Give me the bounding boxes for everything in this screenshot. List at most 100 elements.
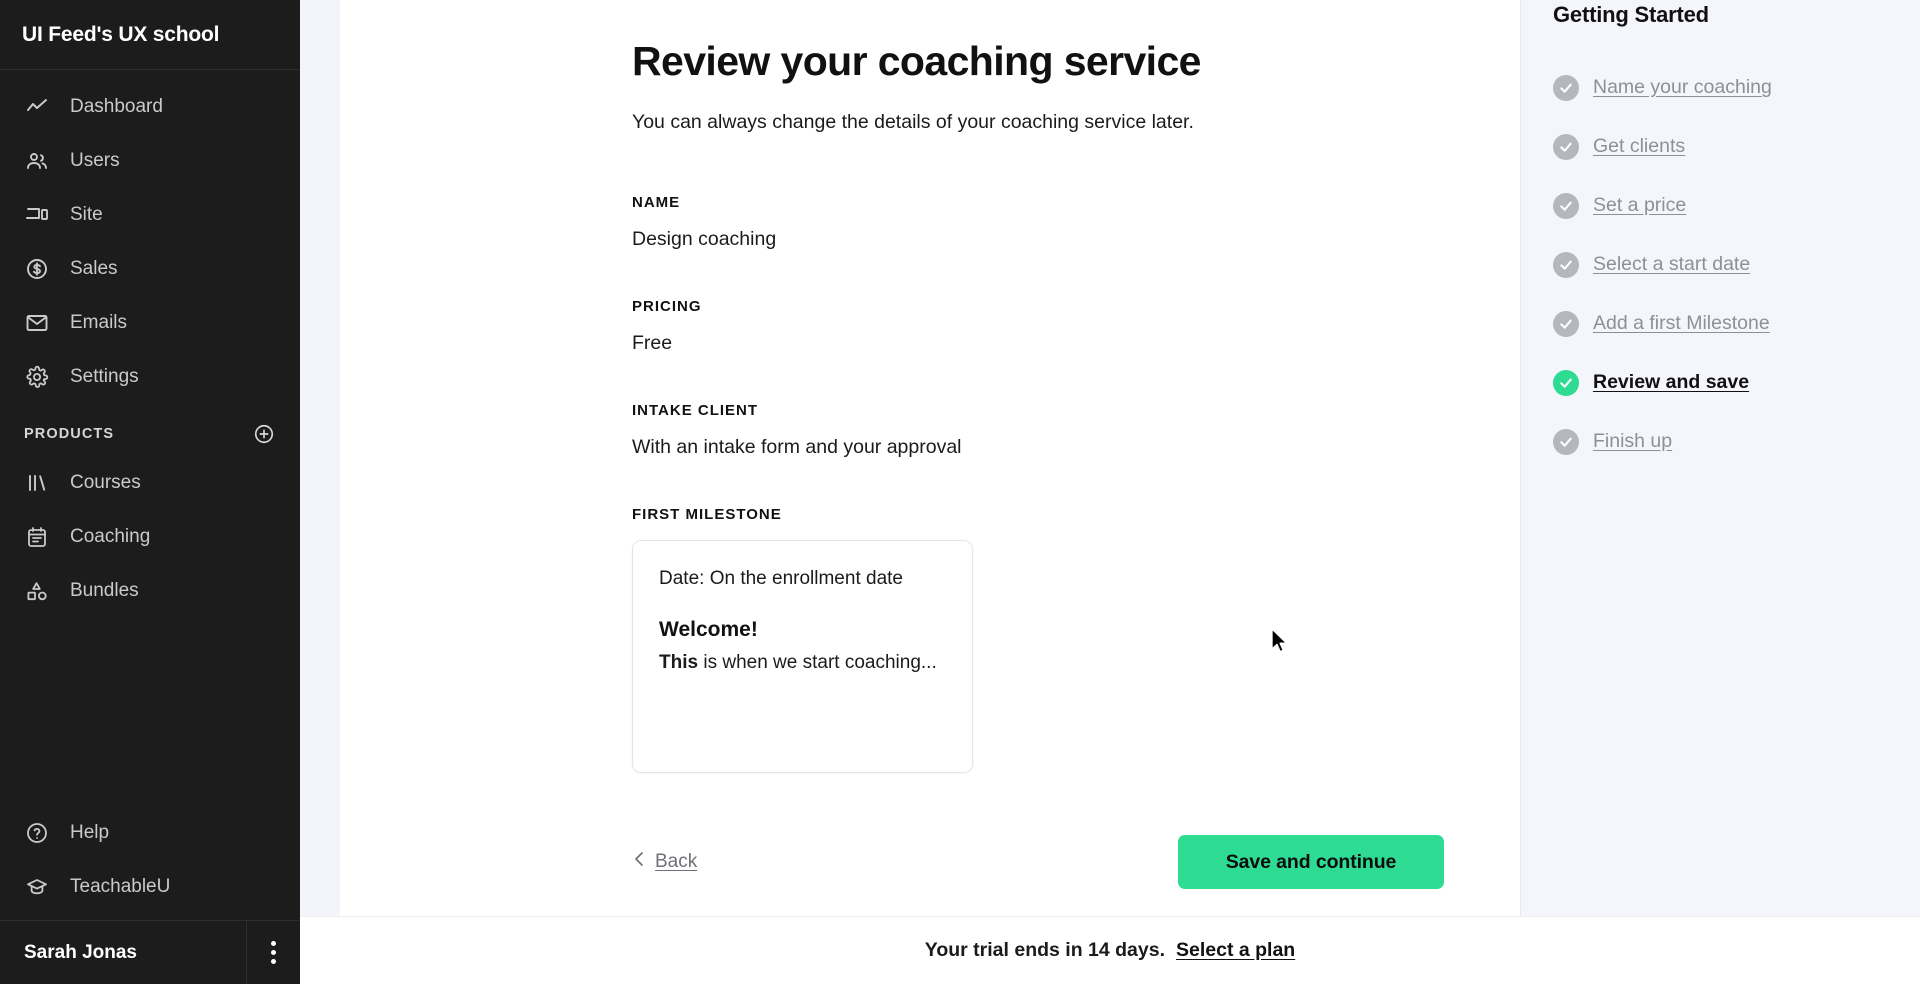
- sidebar-item-courses[interactable]: Courses: [0, 456, 300, 510]
- sidebar-item-emails[interactable]: Emails: [0, 296, 300, 350]
- field-value: Design coaching: [632, 228, 777, 251]
- field-first-milestone: FIRST MILESTONE Date: On the enrollment …: [632, 506, 1520, 774]
- devices-icon: [24, 202, 50, 228]
- sidebar-item-coaching[interactable]: Coaching: [0, 510, 300, 564]
- sidebar-item-users[interactable]: Users: [0, 134, 300, 188]
- chevron-left-icon: [632, 849, 646, 875]
- milestone-title: Welcome!: [659, 618, 758, 642]
- check-circle-icon: [1553, 74, 1579, 101]
- back-button[interactable]: Back: [632, 849, 697, 875]
- sidebar-item-label: Users: [70, 150, 120, 171]
- sidebar-bottom-nav: Help TeachableU: [0, 806, 300, 920]
- content-region: Review your coaching service You can alw…: [300, 0, 1920, 984]
- sidebar-user-row: Sarah Jonas: [0, 920, 300, 984]
- sidebar-item-dashboard[interactable]: Dashboard: [0, 80, 300, 134]
- products-section-header: PRODUCTS: [0, 404, 300, 456]
- checklist-item-label: Select a start date: [1593, 253, 1751, 275]
- sidebar-item-settings[interactable]: Settings: [0, 350, 300, 404]
- sidebar-item-teachableu[interactable]: TeachableU: [0, 860, 300, 914]
- milestone-date: Date: On the enrollment date: [659, 568, 903, 590]
- sidebar-item-label: Dashboard: [70, 96, 163, 117]
- checklist-item-select-a-start-date[interactable]: Select a start date: [1553, 235, 1920, 294]
- milestone-card[interactable]: Date: On the enrollment date Welcome! Th…: [632, 540, 973, 774]
- brand-label: UI Feed's UX school: [22, 22, 220, 46]
- field-pricing: PRICING Free: [632, 298, 1520, 355]
- dollar-circle-icon: [24, 256, 50, 282]
- check-circle-icon: [1553, 310, 1579, 337]
- form-actions: Back Save and continue: [632, 835, 1484, 890]
- sidebar-item-label: Settings: [70, 366, 139, 387]
- kebab-menu-icon: [271, 941, 276, 964]
- checklist-item-add-a-first-milestone[interactable]: Add a first Milestone: [1553, 294, 1920, 353]
- graduation-cap-icon: [24, 874, 50, 900]
- checklist-item-label: Get clients: [1593, 135, 1686, 157]
- checklist-item-get-clients[interactable]: Get clients: [1553, 117, 1920, 176]
- checklist-item-label: Review and save: [1593, 371, 1750, 393]
- page-subtitle: You can always change the details of you…: [632, 111, 1194, 134]
- field-value: Free: [632, 332, 673, 355]
- checklist-item-label: Add a first Milestone: [1593, 312, 1770, 334]
- envelope-icon: [24, 310, 50, 336]
- main-content: Review your coaching service You can alw…: [340, 0, 1520, 916]
- user-name-label: Sarah Jonas: [24, 941, 137, 963]
- milestone-body-bold: This: [659, 652, 699, 674]
- checklist-item-set-a-price[interactable]: Set a price: [1553, 176, 1920, 235]
- checklist-item-finish-up[interactable]: Finish up: [1553, 412, 1920, 471]
- getting-started-title: Getting Started: [1553, 2, 1709, 27]
- checklist-item-review-and-save[interactable]: Review and save: [1553, 353, 1920, 412]
- sidebar-item-label: Coaching: [70, 526, 151, 547]
- sidebar-nav: Dashboard Users Site Sales Emails Settin…: [0, 70, 300, 806]
- checklist-item-label: Set a price: [1593, 194, 1687, 216]
- check-circle-icon: [1553, 369, 1579, 396]
- content-left-gutter: [300, 0, 340, 984]
- sidebar-item-label: Bundles: [70, 580, 139, 601]
- page-title: Review your coaching service: [632, 38, 1201, 84]
- gear-icon: [24, 364, 50, 390]
- sidebar-user-name[interactable]: Sarah Jonas: [0, 921, 246, 984]
- milestone-body: This is when we start coaching...: [659, 650, 946, 676]
- field-label: NAME: [632, 194, 681, 212]
- sidebar-item-label: TeachableU: [70, 876, 171, 897]
- sidebar-item-help[interactable]: Help: [0, 806, 300, 860]
- users-icon: [24, 148, 50, 174]
- sidebar: UI Feed's UX school Dashboard Users Site: [0, 0, 300, 984]
- sidebar-item-label: Help: [70, 822, 110, 843]
- chart-line-icon: [24, 94, 50, 120]
- user-menu-button[interactable]: [246, 921, 300, 984]
- field-label: FIRST MILESTONE: [632, 506, 782, 524]
- getting-started-panel: Getting Started Name your coaching Get c…: [1520, 0, 1920, 916]
- add-product-icon[interactable]: [252, 422, 276, 446]
- trial-banner: Your trial ends in 14 days. Select a pla…: [300, 916, 1920, 984]
- books-icon: [24, 470, 50, 496]
- products-header-label: PRODUCTS: [24, 426, 115, 442]
- field-value: With an intake form and your approval: [632, 436, 962, 459]
- milestone-body-rest: is when we start coaching...: [698, 652, 937, 674]
- calendar-icon: [24, 524, 50, 550]
- main-inner: Review your coaching service You can alw…: [340, 0, 1520, 890]
- checklist-item-name-your-coaching[interactable]: Name your coaching: [1553, 58, 1920, 117]
- field-name: NAME Design coaching: [632, 194, 1520, 251]
- field-label: PRICING: [632, 298, 702, 316]
- back-button-label: Back: [655, 851, 698, 873]
- sidebar-item-label: Sales: [70, 258, 118, 279]
- check-circle-icon: [1553, 251, 1579, 278]
- question-circle-icon: [24, 820, 50, 846]
- sidebar-item-label: Site: [70, 204, 103, 225]
- sidebar-brand[interactable]: UI Feed's UX school: [0, 0, 300, 70]
- sidebar-item-label: Courses: [70, 472, 141, 493]
- field-intake-client: INTAKE CLIENT With an intake form and yo…: [632, 402, 1520, 459]
- app-root: UI Feed's UX school Dashboard Users Site: [0, 0, 1920, 984]
- check-circle-icon: [1553, 192, 1579, 219]
- check-circle-icon: [1553, 428, 1579, 455]
- select-a-plan-link[interactable]: Select a plan: [1176, 939, 1295, 962]
- checklist-item-label: Finish up: [1593, 430, 1673, 452]
- sidebar-item-bundles[interactable]: Bundles: [0, 564, 300, 618]
- shapes-icon: [24, 578, 50, 604]
- sidebar-item-label: Emails: [70, 312, 128, 333]
- checklist-item-label: Name your coaching: [1593, 76, 1772, 98]
- save-and-continue-button[interactable]: Save and continue: [1178, 835, 1444, 890]
- sidebar-item-site[interactable]: Site: [0, 188, 300, 242]
- getting-started-list: Name your coaching Get clients Set a pri…: [1553, 58, 1920, 471]
- sidebar-item-sales[interactable]: Sales: [0, 242, 300, 296]
- field-label: INTAKE CLIENT: [632, 402, 759, 420]
